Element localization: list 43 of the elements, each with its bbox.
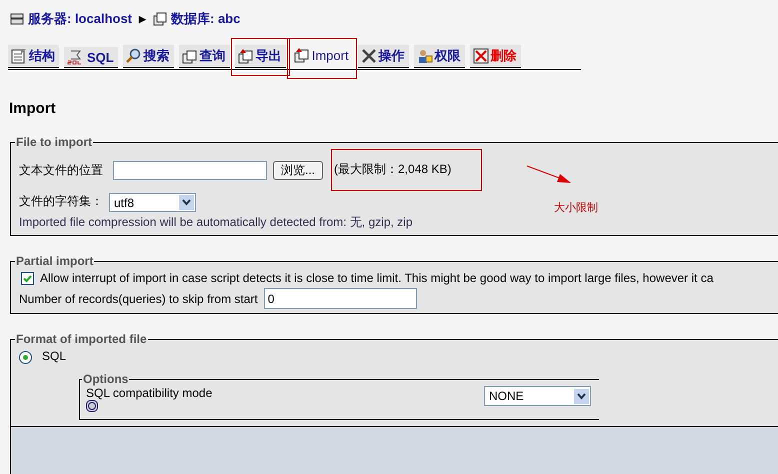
tab[interactable]: 权限 bbox=[414, 45, 465, 68]
page-heading: Import bbox=[9, 100, 57, 117]
section-legend: Options bbox=[82, 372, 130, 386]
delete-icon bbox=[472, 48, 489, 64]
radio-button[interactable] bbox=[19, 351, 32, 364]
tab[interactable]: 结构 bbox=[8, 45, 59, 68]
server-link[interactable]: 服务器: localhost bbox=[28, 10, 132, 28]
users-icon bbox=[416, 48, 433, 64]
document-icon bbox=[294, 47, 310, 63]
size-limit-text: (最大限制：2,048 KB) bbox=[331, 149, 482, 191]
breadcrumb-separator: ▶ bbox=[139, 14, 146, 24]
tab[interactable]: SQL bbox=[64, 47, 118, 68]
magnifier-icon bbox=[126, 48, 142, 64]
section-legend: Partial import bbox=[15, 254, 94, 268]
section-legend: File to import bbox=[15, 135, 93, 149]
document-icon bbox=[182, 48, 198, 64]
tab[interactable]: 导出 bbox=[234, 45, 286, 68]
skip-records-label: Number of records(queries) to skip from start bbox=[19, 292, 258, 306]
compat-mode-dropdown[interactable]: NONE bbox=[484, 386, 591, 406]
file-label: 文本文件的位置 bbox=[19, 162, 103, 178]
section-legend: Format of imported file bbox=[15, 332, 148, 346]
skip-records-field[interactable]: 0 bbox=[264, 288, 417, 309]
tab[interactable]: 操作 bbox=[358, 45, 409, 68]
checkbox[interactable] bbox=[21, 272, 34, 284]
tab[interactable]: 查询 bbox=[178, 45, 230, 68]
tab[interactable]: 搜索 bbox=[122, 45, 174, 68]
table-icon bbox=[11, 48, 27, 64]
format-label: SQL bbox=[42, 349, 66, 363]
charset-dropdown[interactable]: utf8 bbox=[109, 193, 196, 212]
database-icon bbox=[153, 12, 168, 26]
tab[interactable]: 删除 bbox=[470, 45, 521, 68]
annotation-arrow bbox=[526, 165, 572, 185]
tools-icon bbox=[360, 48, 377, 64]
browse-button[interactable]: 浏览... bbox=[273, 160, 324, 180]
compression-note: Imported file compression will be automatically detected from: 无, gzip, zip bbox=[19, 214, 414, 231]
file-input-field[interactable] bbox=[113, 160, 267, 180]
compat-mode-label: SQL compatibility mode bbox=[86, 386, 212, 400]
server-icon bbox=[10, 12, 24, 26]
document-icon bbox=[238, 48, 254, 64]
database-link[interactable]: 数据库: abc bbox=[171, 10, 240, 28]
allow-interrupt-label: Allow interrupt of import in case script detects it is close to time limit. This might be good way to import large files, however it ca bbox=[40, 271, 714, 285]
charset-label: 文件的字符集： bbox=[19, 193, 103, 210]
annotation-label: 大小限制 bbox=[554, 201, 598, 215]
